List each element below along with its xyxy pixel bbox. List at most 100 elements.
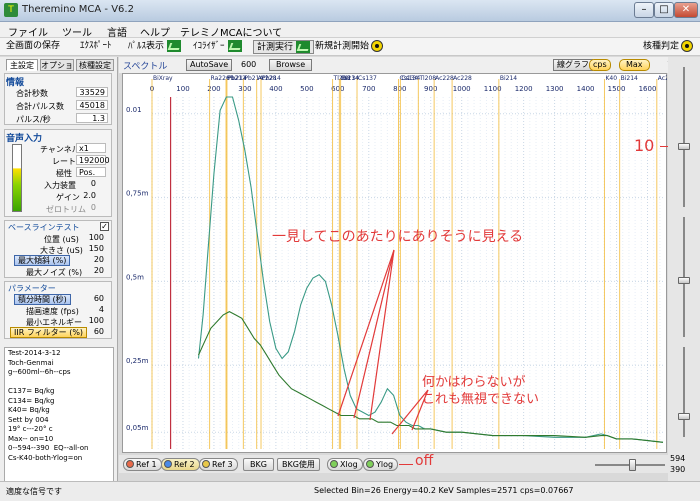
new-run-label: 新規計測開始 <box>315 41 370 52</box>
channel-select[interactable]: x1 <box>76 143 106 153</box>
slider-bottom-value: 390 <box>670 465 686 474</box>
left-panel: 主設定 オプション 核種設定 情報 合計秒数 33529 合計パルス数 4501… <box>0 57 118 489</box>
annotation-off: off <box>415 453 434 469</box>
scale-slider-track <box>683 67 685 207</box>
isotope-label: Cs134 <box>401 75 420 82</box>
max-button[interactable]: Max <box>619 59 650 71</box>
y-tick-label: 0,05m <box>126 424 149 432</box>
browse-button[interactable]: Browse <box>269 59 313 71</box>
ref3-button[interactable]: Ref 3 <box>199 458 238 471</box>
min-energy-value[interactable]: 100 <box>80 316 106 326</box>
bottom-slider-thumb[interactable] <box>629 459 636 471</box>
total-seconds: 33529 <box>76 87 108 97</box>
zero-trim-value[interactable]: 0 <box>76 203 98 213</box>
input-level-meter <box>12 144 22 212</box>
iir-filter-button[interactable]: IIR フィルター (%) <box>10 327 88 338</box>
integration-time-button[interactable]: 積分時間 (秒) <box>14 294 71 305</box>
info-heading: 情報 <box>6 78 25 88</box>
menu-file[interactable]: ファイル <box>8 24 48 39</box>
pulse-view-icon <box>167 40 182 52</box>
menu-about[interactable]: テレミノMCAについて <box>180 24 282 39</box>
ylog-button[interactable]: Ylog <box>363 458 399 471</box>
audio-label: レート <box>52 157 76 166</box>
max-noise-value[interactable]: 20 <box>80 266 106 276</box>
size-value[interactable]: 150 <box>80 244 106 254</box>
selection-status: Selected Bin=26 Energy=40.2 KeV Samples=… <box>314 486 574 495</box>
offset-slider-thumb[interactable] <box>678 277 690 284</box>
annotation-off-line <box>399 464 413 465</box>
maximize-button[interactable]: □ <box>654 2 674 18</box>
save-all-button[interactable]: 全画面の保存 <box>6 40 60 54</box>
x-tick-label: 600 <box>331 85 344 93</box>
bkg-use-button[interactable]: BKG使用 <box>277 458 320 471</box>
input-device-value[interactable]: 0 <box>76 179 98 189</box>
ylog-label: Ylog <box>376 460 394 469</box>
notes-text[interactable]: Test-2014-3-12 Toch-Genmai g--600ml--6h-… <box>4 347 114 483</box>
max-slope-value[interactable]: 20 <box>80 255 106 265</box>
x-tick-label: 1600 <box>639 85 657 93</box>
close-button[interactable]: ✕ <box>674 2 698 18</box>
y-tick-label: 0,75m <box>126 190 149 198</box>
ref3-led-icon <box>202 460 210 468</box>
export-button[interactable]: ｴｸｽﾎﾟｰﾄ <box>80 40 112 54</box>
bkg-button[interactable]: BKG <box>243 458 274 471</box>
isotope-label: Pb214 <box>262 75 281 82</box>
max-slope-button[interactable]: 最大傾斜 (%) <box>14 255 71 266</box>
bottom-bar: Ref 1 Ref 2 Ref 3 BKG BKG使用 Xlog Ylog of… <box>119 453 669 473</box>
isotope-label: K40 <box>605 75 617 82</box>
toolbar: 全画面の保存 ｴｸｽﾎﾟｰﾄ ﾊﾟﾙｽ表示 ｲｺﾗｲｻﾞｰ 計測実行 新規計測開… <box>0 38 700 56</box>
equalizer-label: ｲｺﾗｲｻﾞｰ <box>193 41 225 52</box>
x-tick-label: 1300 <box>546 85 564 93</box>
gain-slider-thumb[interactable] <box>678 413 690 420</box>
tab-main[interactable]: 主設定 <box>6 59 38 71</box>
params-heading: パラメーター <box>8 284 56 293</box>
run-label: 計測実行 <box>257 42 294 53</box>
polarity-select[interactable]: Pos. <box>76 167 106 177</box>
x-tick-label: 1500 <box>608 85 626 93</box>
ref2-button[interactable]: Ref 2 <box>161 458 200 471</box>
menu-help[interactable]: ヘルプ <box>140 24 170 39</box>
draw-speed-value[interactable]: 4 <box>80 305 106 315</box>
ref1-button[interactable]: Ref 1 <box>123 458 162 471</box>
annotation-ten-line <box>660 146 668 147</box>
xlog-label: Xlog <box>340 460 358 469</box>
minimize-button[interactable]: – <box>634 2 654 18</box>
info-label: パルス/秒 <box>16 115 51 124</box>
baseline-label: 位置 (uS) <box>44 235 79 244</box>
menu-language[interactable]: 言語 <box>107 24 127 39</box>
pulse-view-button[interactable]: ﾊﾟﾙｽ表示 <box>128 40 182 54</box>
line-graph-button[interactable]: 線グラフ <box>553 59 593 71</box>
x-tick-label: 400 <box>269 85 282 93</box>
baseline-checkbox[interactable]: ✓ <box>100 222 109 231</box>
autosave-value[interactable]: 600 <box>241 60 256 69</box>
tab-options[interactable]: オプション <box>40 59 74 81</box>
annotation-unknown-2: これも無視できない <box>422 392 540 407</box>
menu-tools[interactable]: ツール <box>62 24 92 39</box>
x-tick-label: 300 <box>238 85 251 93</box>
run-button[interactable]: 計測実行 <box>253 40 315 54</box>
isotope-label: Ac228 <box>435 75 454 82</box>
isotope-label: Cs137 <box>358 75 377 82</box>
position-value[interactable]: 100 <box>80 233 106 243</box>
cps-button[interactable]: cps <box>589 59 611 71</box>
x-tick-label: 900 <box>424 85 437 93</box>
app-icon: T <box>4 3 18 17</box>
info-label: 合計秒数 <box>16 89 48 98</box>
new-run-button[interactable]: 新規計測開始 <box>315 40 384 54</box>
xlog-button[interactable]: Xlog <box>327 458 363 471</box>
x-tick-label: 1200 <box>515 85 533 93</box>
y-tick-label: 0,25m <box>126 357 149 365</box>
tab-isotopes[interactable]: 核種設定 <box>76 59 114 71</box>
autosave-button[interactable]: AutoSave <box>186 59 233 71</box>
scale-slider-thumb[interactable] <box>678 143 690 150</box>
rate-select[interactable]: 192000 <box>76 155 110 165</box>
integration-time-value[interactable]: 60 <box>80 294 106 304</box>
identify-button[interactable]: 核種判定 <box>643 40 694 54</box>
gain-value[interactable]: 2.0 <box>76 191 98 201</box>
export-label: ｴｸｽﾎﾟｰﾄ <box>80 41 112 51</box>
equalizer-button[interactable]: ｲｺﾗｲｻﾞｰ <box>193 40 242 54</box>
iir-filter-value[interactable]: 60 <box>80 327 106 337</box>
xlog-led-icon <box>330 460 338 468</box>
audio-label: 極性 <box>56 169 72 178</box>
identify-label: 核種判定 <box>643 41 680 52</box>
